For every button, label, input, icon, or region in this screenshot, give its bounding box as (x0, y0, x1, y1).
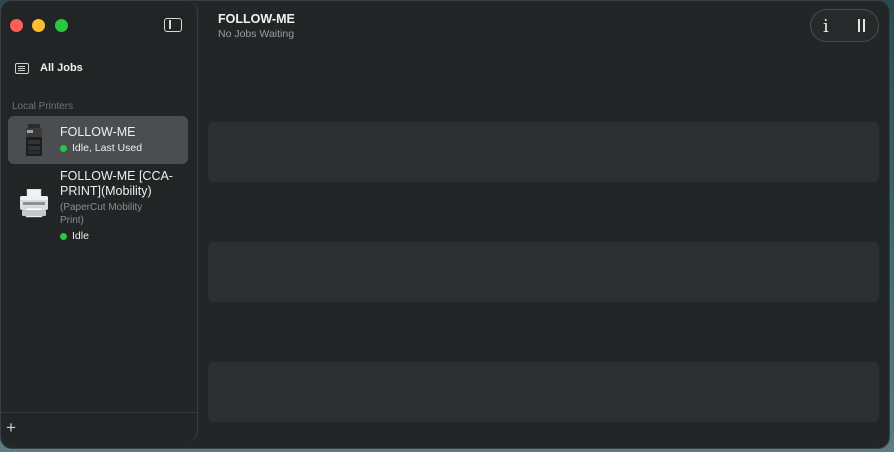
status-indicator-icon (60, 232, 67, 240)
printer-icon (20, 189, 48, 218)
toolbar-button-group: i (810, 9, 879, 42)
add-printer-button[interactable]: + (6, 419, 16, 436)
printer-status-text: Idle, Last Used (72, 142, 143, 154)
zoom-window-button[interactable] (55, 19, 68, 32)
sidebar: All Jobs Local Printers FOLLOW-ME Idle, … (1, 1, 198, 442)
sidebar-item-all-jobs[interactable]: All Jobs (15, 59, 83, 77)
sidebar-item-label: All Jobs (40, 62, 83, 74)
queue-title: FOLLOW-ME (218, 12, 295, 26)
minimize-window-button[interactable] (32, 19, 45, 32)
job-list-placeholder-row (208, 242, 879, 302)
queue-subtitle: No Jobs Waiting (218, 28, 295, 40)
printer-name-line-2: PRINT](Mobility) (60, 184, 152, 198)
printer-driver-line-1: (PaperCut Mobility (60, 202, 143, 213)
close-window-button[interactable] (10, 19, 23, 32)
section-header-local-printers: Local Printers (12, 101, 74, 112)
sidebar-item-printer-follow-me-mobility[interactable]: FOLLOW-ME [CCA- PRINT](Mobility) (PaperC… (8, 167, 188, 245)
status-indicator-icon (60, 144, 67, 152)
sidebar-toggle-icon[interactable] (164, 18, 182, 32)
printer-driver-line-2: Print) (60, 215, 84, 226)
printer-status-text: Idle (72, 230, 89, 242)
job-list-placeholder-row (208, 362, 879, 422)
print-queue-window: All Jobs Local Printers FOLLOW-ME Idle, … (0, 0, 890, 449)
divider (1, 412, 197, 413)
pause-icon[interactable] (857, 19, 866, 33)
info-button[interactable]: i (823, 16, 829, 37)
copier-icon (26, 124, 42, 156)
printer-name: FOLLOW-ME (60, 125, 136, 139)
job-list-placeholder-row (208, 122, 879, 182)
printer-name-line-1: FOLLOW-ME [CCA- (60, 169, 173, 183)
printer-status: Idle, Last Used (60, 142, 142, 154)
sidebar-item-printer-follow-me[interactable]: FOLLOW-ME Idle, Last Used (8, 116, 188, 164)
list-icon (15, 62, 29, 74)
printer-status: Idle (60, 230, 89, 242)
